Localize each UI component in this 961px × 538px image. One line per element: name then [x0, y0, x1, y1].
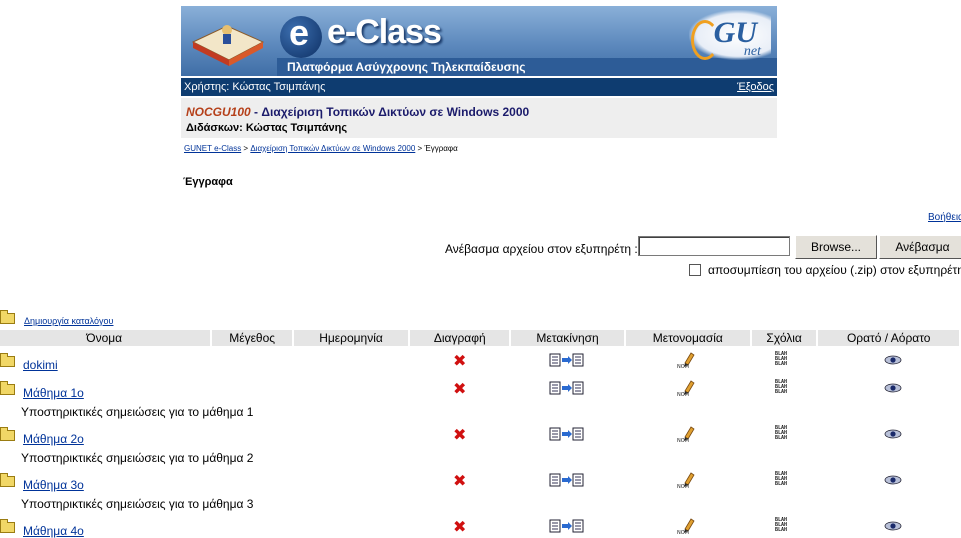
document-name-link[interactable]: Μάθημα 1ο	[23, 386, 84, 400]
folder-icon	[0, 353, 15, 367]
folder-icon	[0, 519, 15, 533]
course-header: NOCGU100 - Διαχείριση Τοπικών Δικτύων σε…	[181, 98, 777, 138]
folder-icon	[0, 381, 15, 395]
delete-x-icon[interactable]: ✖	[453, 351, 466, 370]
logout-link[interactable]: Έξοδος	[737, 78, 774, 96]
document-name-link[interactable]: dokimi	[23, 358, 58, 372]
rename-pencil-icon[interactable]: NOM	[677, 351, 695, 369]
eye-icon[interactable]	[884, 383, 902, 393]
document-description: Υποστηρικτικές σημειώσεις για το μάθημα …	[21, 451, 254, 465]
document-name-link[interactable]: Μάθημα 3ο	[23, 478, 84, 492]
eye-icon[interactable]	[884, 521, 902, 531]
move-document-icon[interactable]	[549, 353, 585, 367]
book-logo-icon	[191, 25, 265, 66]
help-link[interactable]: Βοήθεια	[928, 212, 961, 223]
delete-x-icon[interactable]: ✖	[453, 471, 466, 490]
eye-icon[interactable]	[884, 475, 902, 485]
svg-text:NOM: NOM	[677, 392, 689, 397]
comment-blah-icon[interactable]: BLAH BLAH BLAH	[775, 472, 787, 487]
move-document-icon[interactable]	[549, 519, 585, 533]
header-visibility: Ορατό / Αόρατο	[816, 330, 959, 346]
move-document-icon[interactable]	[549, 473, 585, 487]
page-title: Έγγραφα	[183, 176, 233, 188]
app-title: e-Class	[327, 13, 442, 51]
upload-label: Ανέβασμα αρχείου στον εξυπηρέτη :	[445, 242, 638, 256]
course-separator: -	[250, 105, 262, 119]
folder-icon	[0, 310, 15, 324]
course-title: Διαχείριση Τοπικών Δικτύων σε Windows 20…	[261, 105, 530, 119]
comment-blah-icon[interactable]: BLAH BLAH BLAH	[775, 426, 787, 441]
table-header-row: Όνομα Μέγεθος Ημερομηνία Διαγραφή Μετακί…	[0, 330, 959, 346]
header-move: Μετακίνηση	[509, 330, 625, 346]
svg-text:NOM: NOM	[677, 484, 689, 489]
create-directory-link[interactable]: Δημιουργία καταλόγου	[24, 316, 113, 326]
header-size[interactable]: Μέγεθος	[210, 330, 293, 346]
comment-blah-icon[interactable]: BLAH BLAH BLAH	[775, 352, 787, 367]
upload-button[interactable]: Ανέβασμα	[879, 235, 961, 259]
course-code: NOCGU100	[186, 105, 251, 119]
svg-text:NOM: NOM	[677, 530, 689, 535]
folder-icon	[0, 473, 15, 487]
breadcrumb-current: Έγγραφα	[424, 144, 458, 153]
unzip-label: αποσυμπίεση του αρχείου (.zip) στον εξυπ…	[708, 263, 961, 277]
upload-file-input[interactable]	[638, 236, 790, 256]
breadcrumb-sep: >	[241, 144, 251, 153]
delete-x-icon[interactable]: ✖	[453, 517, 466, 536]
rename-pencil-icon[interactable]: NOM	[677, 471, 695, 489]
header-date[interactable]: Ημερομηνία	[291, 330, 410, 346]
header-delete: Διαγραφή	[408, 330, 511, 346]
rename-pencil-icon[interactable]: NOM	[677, 425, 695, 443]
document-description: Υποστηρικτικές σημειώσεις για το μάθημα …	[21, 497, 254, 511]
current-user: Χρήστης: Κώστας Τσιμπάνης	[184, 81, 326, 93]
delete-x-icon[interactable]: ✖	[453, 379, 466, 398]
breadcrumb-course[interactable]: Διαχείριση Τοπικών Δικτύων σε Windows 20…	[250, 144, 415, 153]
document-description: Υποστηρικτικές σημειώσεις για το μάθημα …	[21, 405, 254, 419]
header-name[interactable]: Όνομα	[0, 330, 212, 346]
browse-button[interactable]: Browse...	[795, 235, 877, 259]
svg-text:NOM: NOM	[677, 364, 689, 369]
rename-pencil-icon[interactable]: NOM	[677, 517, 695, 535]
breadcrumb: GUNET e-Class > Διαχείριση Τοπικών Δικτύ…	[184, 144, 458, 153]
gunet-logo-subtext: net	[743, 44, 761, 59]
eye-icon[interactable]	[884, 429, 902, 439]
move-document-icon[interactable]	[549, 381, 585, 395]
gunet-logo: GU net	[689, 10, 771, 60]
e-logo-letter: e	[289, 12, 310, 53]
header-comments: Σχόλια	[749, 330, 818, 346]
course-title-line: NOCGU100 - Διαχείριση Τοπικών Δικτύων σε…	[186, 105, 529, 119]
delete-x-icon[interactable]: ✖	[453, 425, 466, 444]
eclass-banner: e e-Class Πλατφόρμα Ασύγχρονης Τηλεκπαίδ…	[181, 6, 777, 76]
comment-blah-icon[interactable]: BLAH BLAH BLAH	[775, 518, 787, 533]
app-subtitle: Πλατφόρμα Ασύγχρονης Τηλεκπαίδευσης	[287, 60, 526, 74]
eye-icon[interactable]	[884, 355, 902, 365]
course-teacher: Διδάσκων: Κώστας Τσιμπάνης	[186, 122, 348, 134]
breadcrumb-home[interactable]: GUNET e-Class	[184, 144, 241, 153]
document-name-link[interactable]: Μάθημα 2ο	[23, 432, 84, 446]
documents-table: Όνομα Μέγεθος Ημερομηνία Διαγραφή Μετακί…	[0, 330, 959, 346]
move-document-icon[interactable]	[549, 427, 585, 441]
header-rename: Μετονομασία	[623, 330, 751, 346]
comment-blah-icon[interactable]: BLAH BLAH BLAH	[775, 380, 787, 395]
user-bar: Χρήστης: Κώστας Τσιμπάνης Έξοδος	[181, 78, 777, 96]
folder-icon	[0, 427, 15, 441]
svg-text:NOM: NOM	[677, 438, 689, 443]
rename-pencil-icon[interactable]: NOM	[677, 379, 695, 397]
unzip-checkbox[interactable]	[689, 264, 701, 276]
